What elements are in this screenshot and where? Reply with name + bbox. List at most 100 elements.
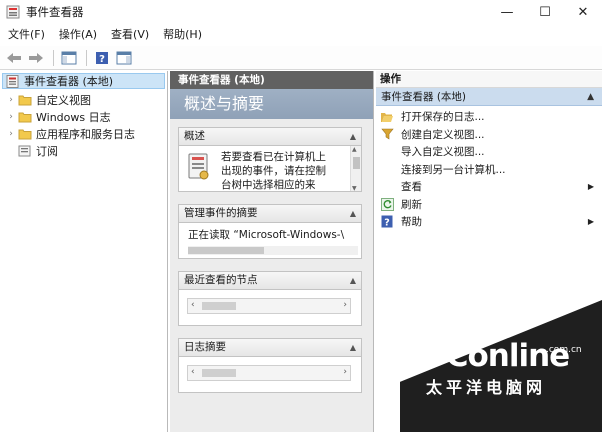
collapse-arrow-icon[interactable]: ▲: [350, 272, 356, 289]
action-pane-icon: [116, 51, 132, 64]
action-connect-another-computer[interactable]: 连接到另一台计算机...: [376, 161, 602, 179]
tree-item-subscriptions[interactable]: 订阅: [6, 142, 167, 159]
tree-item-event-viewer-local[interactable]: 事件查看器 (本地): [2, 73, 165, 89]
watermark-domain: .com.cn: [546, 345, 582, 355]
watermark-chinese: 太平洋电脑网: [426, 378, 547, 397]
minimize-button[interactable]: —: [488, 0, 526, 24]
action-help[interactable]: ? 帮助 ▶: [376, 213, 602, 231]
action-import-custom-view[interactable]: 导入自定义视图...: [376, 143, 602, 161]
admin-events-summary-header[interactable]: 管理事件的摘要 ▲: [178, 204, 362, 223]
tree-item-label: 自定义视图: [36, 93, 91, 107]
maximize-button[interactable]: ☐: [526, 0, 564, 24]
toolbar-separator: [86, 49, 87, 66]
back-button[interactable]: [4, 49, 24, 67]
overview-pane: 事件查看器 (本地) 概述与摘要 概述 ▲ 若要查看已在计算机上 出现的事件，请…: [170, 71, 374, 432]
submenu-arrow-icon: ▶: [587, 217, 594, 226]
action-open-saved-log[interactable]: 打开保存的日志...: [376, 108, 602, 126]
overview-description: 若要查看已在计算机上 出现的事件，请在控制 台树中选择相应的来: [221, 151, 326, 191]
filter-icon: [380, 128, 394, 141]
scroll-down-icon[interactable]: ▼: [352, 185, 357, 191]
action-view[interactable]: 查看 ▶: [376, 178, 602, 196]
menu-file[interactable]: 文件(F): [0, 24, 52, 46]
actions-header: 操作: [376, 71, 602, 88]
forward-button[interactable]: [26, 49, 46, 67]
event-log-icon: [188, 153, 209, 180]
tree-item-label: 应用程序和服务日志: [36, 127, 135, 141]
action-label: 帮助: [401, 216, 422, 229]
log-summary-header[interactable]: 日志摘要 ▲: [178, 338, 362, 357]
action-refresh[interactable]: 刷新: [376, 196, 602, 214]
tree-item-app-service-logs[interactable]: › 应用程序和服务日志: [6, 125, 167, 142]
scrollbar-thumb[interactable]: [353, 157, 360, 169]
scroll-left-icon[interactable]: ‹: [191, 367, 195, 377]
overview-section-body: 若要查看已在计算机上 出现的事件，请在控制 台树中选择相应的来 ▲ ▼: [178, 146, 362, 192]
menu-action[interactable]: 操作(A): [52, 24, 104, 46]
toolbar-separator: [53, 49, 54, 66]
recent-nodes-scrollbar[interactable]: ‹ ›: [187, 298, 351, 314]
help-book-icon: ?: [96, 51, 108, 65]
section-title: 日志摘要: [184, 341, 226, 353]
section-title: 概述: [184, 130, 205, 142]
open-folder-icon: [380, 110, 394, 123]
forward-arrow-icon: [29, 52, 43, 63]
show-hide-action-pane-button[interactable]: [114, 49, 134, 67]
recent-nodes-header[interactable]: 最近查看的节点 ▲: [178, 271, 362, 290]
window-title: 事件查看器: [26, 5, 84, 19]
window-controls: — ☐ ✕: [488, 0, 602, 24]
event-viewer-icon: [6, 74, 19, 88]
toolbar: ?: [0, 46, 602, 70]
submenu-arrow-icon: ▶: [587, 182, 594, 191]
actions-section-label: 事件查看器 (本地): [381, 91, 467, 103]
recent-nodes-body: ‹ ›: [178, 290, 362, 326]
loading-status-text: 正在读取 “Microsoft-Windows-\: [188, 229, 345, 241]
console-tree-pane: 事件查看器 (本地) › 自定义视图 › Windows 日志 › 应用程序和服…: [0, 71, 168, 432]
event-viewer-app-icon: [6, 5, 20, 19]
tree-item-custom-views[interactable]: › 自定义视图: [6, 91, 167, 108]
actions-section-event-viewer[interactable]: 事件查看器 (本地) ▲: [376, 88, 602, 106]
chevron-right-icon[interactable]: ›: [6, 129, 16, 139]
help-icon: ?: [380, 215, 394, 228]
folder-icon: [18, 112, 32, 123]
svg-text:?: ?: [384, 218, 390, 229]
action-label: 连接到另一台计算机...: [401, 163, 506, 176]
refresh-icon: [380, 197, 394, 211]
scroll-right-icon[interactable]: ›: [343, 367, 347, 377]
tree-root-label: 事件查看器 (本地): [24, 75, 114, 88]
menu-bar: 文件(F) 操作(A) 查看(V) 帮助(H): [0, 24, 602, 46]
show-hide-tree-button[interactable]: [59, 49, 79, 67]
scroll-up-icon[interactable]: ▲: [352, 146, 357, 153]
log-summary-body: ‹ ›: [178, 357, 362, 393]
scrollbar-thumb[interactable]: [188, 247, 264, 254]
chevron-right-icon[interactable]: ›: [6, 112, 16, 122]
summary-horizontal-scrollbar[interactable]: [188, 246, 358, 255]
overview-summary-banner: 概述与摘要: [170, 89, 373, 119]
overview-section-header[interactable]: 概述 ▲: [178, 127, 362, 146]
overview-sections: 概述 ▲ 若要查看已在计算机上 出现的事件，请在控制 台树中选择相应的来 ▲ ▼: [178, 127, 362, 393]
scrollbar-thumb[interactable]: [202, 302, 236, 310]
action-label: 查看: [401, 181, 422, 194]
menu-view[interactable]: 查看(V): [104, 24, 156, 46]
overview-vertical-scrollbar[interactable]: ▲ ▼: [350, 146, 361, 191]
scroll-right-icon[interactable]: ›: [343, 300, 347, 310]
watermark-brand: PConline: [424, 338, 570, 374]
admin-events-summary-body: 正在读取 “Microsoft-Windows-\: [178, 223, 362, 259]
console-tree-icon: [61, 51, 77, 64]
tree-item-label: Windows 日志: [36, 110, 111, 124]
log-summary-scrollbar[interactable]: ‹ ›: [187, 365, 351, 381]
tree-item-windows-logs[interactable]: › Windows 日志: [6, 108, 167, 125]
action-create-custom-view[interactable]: 创建自定义视图...: [376, 126, 602, 144]
section-title: 最近查看的节点: [184, 274, 258, 286]
help-toolbar-button[interactable]: ?: [92, 49, 112, 67]
action-label: 打开保存的日志...: [401, 111, 485, 124]
chevron-right-icon[interactable]: ›: [6, 95, 16, 105]
scroll-left-icon[interactable]: ‹: [191, 300, 195, 310]
scrollbar-thumb[interactable]: [202, 369, 236, 377]
collapse-arrow-icon[interactable]: ▲: [350, 128, 356, 145]
collapse-arrow-icon[interactable]: ▲: [350, 205, 356, 222]
close-button[interactable]: ✕: [564, 0, 602, 24]
title-bar: 事件查看器 — ☐ ✕: [0, 0, 602, 24]
collapse-arrow-icon[interactable]: ▲: [350, 339, 356, 356]
collapse-arrow-icon[interactable]: ▲: [587, 88, 594, 106]
menu-help[interactable]: 帮助(H): [156, 24, 209, 46]
back-arrow-icon: [7, 52, 21, 63]
